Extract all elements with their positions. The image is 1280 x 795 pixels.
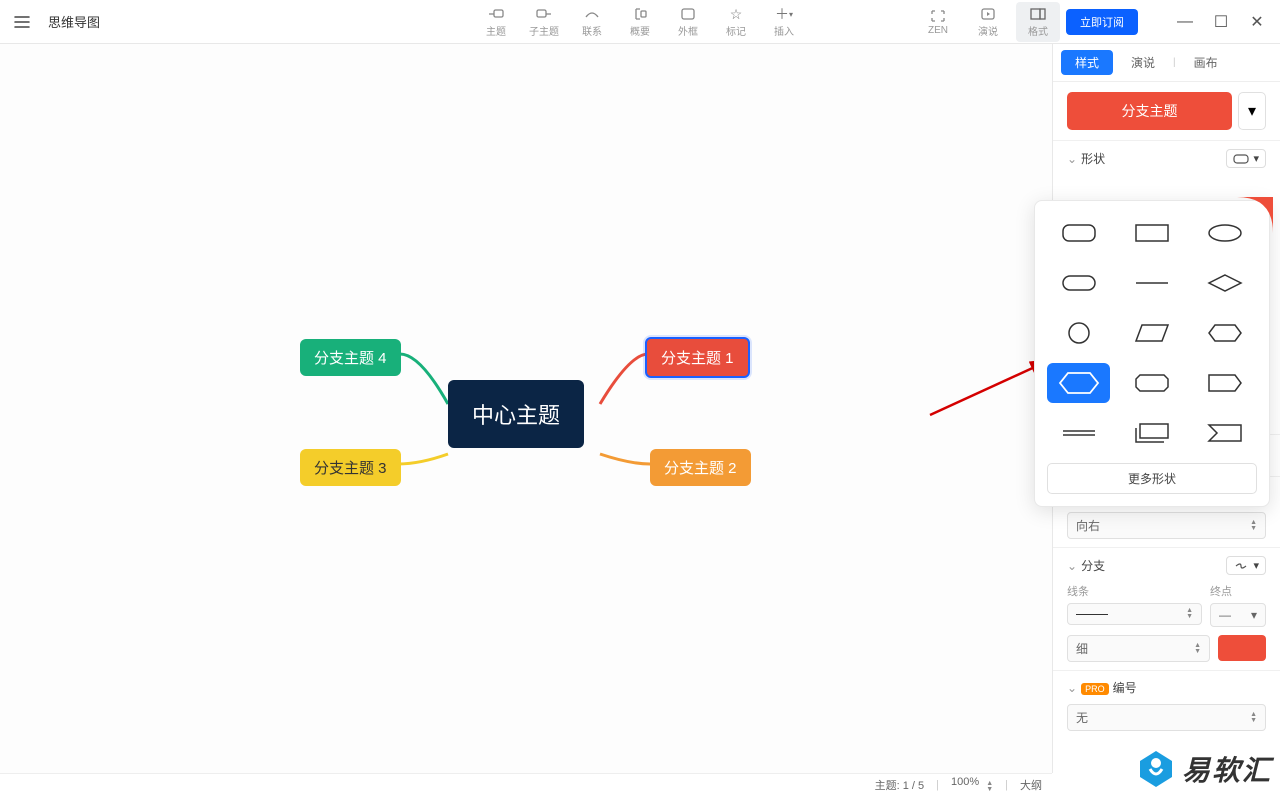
tb-boundary[interactable]: 外框	[666, 2, 710, 42]
shape-diamond[interactable]	[1194, 263, 1257, 303]
app-title: 思维导图	[48, 12, 100, 31]
section-shape-label: 形状	[1081, 152, 1105, 166]
node-branch-1-selected[interactable]: 分支主题 1	[645, 337, 750, 378]
direction-select[interactable]: 向右▲▼	[1067, 512, 1266, 539]
topic-type-button[interactable]: 分支主题	[1067, 92, 1232, 130]
shape-parallelogram[interactable]	[1120, 313, 1183, 353]
shape-hexagon[interactable]	[1194, 313, 1257, 353]
plus-icon: ＋▾	[775, 5, 793, 23]
node-branch-2[interactable]: 分支主题 2	[650, 449, 751, 486]
thickness-select[interactable]: 细▲▼	[1067, 635, 1210, 662]
tb-summary[interactable]: 概要	[618, 2, 662, 42]
panel-tab-present[interactable]: 演说	[1117, 50, 1169, 75]
tb-zen[interactable]: ZEN	[916, 2, 960, 42]
pro-badge: PRO	[1081, 683, 1109, 695]
node-center[interactable]: 中心主题	[448, 380, 584, 448]
more-shapes-button[interactable]: 更多形状	[1047, 463, 1257, 494]
tb-format[interactable]: 格式	[1016, 2, 1060, 42]
branch-style-dropdown[interactable]: ▾	[1226, 556, 1266, 575]
shape-banner[interactable]	[1194, 413, 1257, 453]
watermark-icon	[1136, 749, 1176, 789]
chevron-down-icon: ⌄	[1067, 152, 1077, 166]
format-icon	[1030, 5, 1046, 23]
line-style-select[interactable]: ▲▼	[1067, 603, 1202, 625]
window-maximize[interactable]: ☐	[1206, 10, 1236, 34]
hamburger-menu-icon[interactable]	[8, 8, 36, 36]
status-zoom[interactable]: 100% ▲▼	[951, 776, 993, 793]
summary-icon	[632, 5, 648, 23]
shape-double-line[interactable]	[1047, 413, 1110, 453]
shape-popup: 更多形状	[1034, 200, 1270, 507]
subscribe-button[interactable]: 立即订阅	[1066, 9, 1138, 35]
watermark: 易软汇	[1136, 749, 1272, 789]
status-outline[interactable]: 大纲	[1020, 777, 1042, 793]
relation-icon	[584, 5, 600, 23]
present-icon	[980, 5, 996, 23]
status-topic-count: 主题: 1 / 5	[875, 777, 925, 793]
tb-marker[interactable]: ☆标记	[714, 2, 758, 42]
shape-rounded-rect[interactable]	[1047, 213, 1110, 253]
branch-color-swatch[interactable]	[1218, 635, 1266, 661]
node-branch-4[interactable]: 分支主题 4	[300, 339, 401, 376]
shape-pill[interactable]	[1047, 263, 1110, 303]
tb-main-topic[interactable]: 主题	[474, 2, 518, 42]
shape-preview-dropdown[interactable]: ▾	[1226, 149, 1266, 168]
zen-icon	[930, 7, 946, 25]
end-style-select[interactable]: — ▾	[1210, 603, 1266, 627]
node-branch-3[interactable]: 分支主题 3	[300, 449, 401, 486]
line-label: 线条	[1067, 583, 1202, 599]
tb-sub-topic[interactable]: 子主题	[522, 2, 566, 42]
tb-present[interactable]: 演说	[966, 2, 1010, 42]
shape-line[interactable]	[1120, 263, 1183, 303]
tb-relation[interactable]: 联系	[570, 2, 614, 42]
shape-tag[interactable]	[1194, 363, 1257, 403]
chevron-down-icon: ⌄	[1067, 559, 1077, 573]
window-close[interactable]: ✕	[1242, 10, 1272, 34]
star-icon: ☆	[730, 5, 743, 23]
status-bar: 主题: 1 / 5 | 100% ▲▼ | 大纲	[0, 773, 1052, 795]
popup-corner-decor	[1237, 197, 1273, 233]
section-branch-label: 分支	[1081, 559, 1105, 573]
main-topic-icon	[488, 5, 504, 23]
panel-tab-style[interactable]: 样式	[1061, 50, 1113, 75]
shape-bevel-rect[interactable]	[1120, 363, 1183, 403]
topic-type-dropdown[interactable]: ▾	[1238, 92, 1266, 130]
shape-rect[interactable]	[1120, 213, 1183, 253]
shape-stack[interactable]	[1120, 413, 1183, 453]
window-minimize[interactable]: —	[1170, 10, 1200, 34]
boundary-icon	[680, 5, 696, 23]
sub-topic-icon	[536, 5, 552, 23]
chevron-down-icon: ⌄	[1067, 681, 1077, 695]
shape-hexagon-wide-selected[interactable]	[1047, 363, 1110, 403]
shape-circle[interactable]	[1047, 313, 1110, 353]
mindmap-canvas[interactable]: 中心主题 分支主题 4 分支主题 3 分支主题 1 分支主题 2	[0, 44, 1052, 773]
number-select[interactable]: 无▲▼	[1067, 704, 1266, 731]
panel-tab-canvas[interactable]: 画布	[1180, 50, 1232, 75]
section-number-label: 编号	[1113, 681, 1137, 695]
tb-insert[interactable]: ＋▾插入	[762, 2, 806, 42]
end-label: 终点	[1210, 583, 1266, 599]
